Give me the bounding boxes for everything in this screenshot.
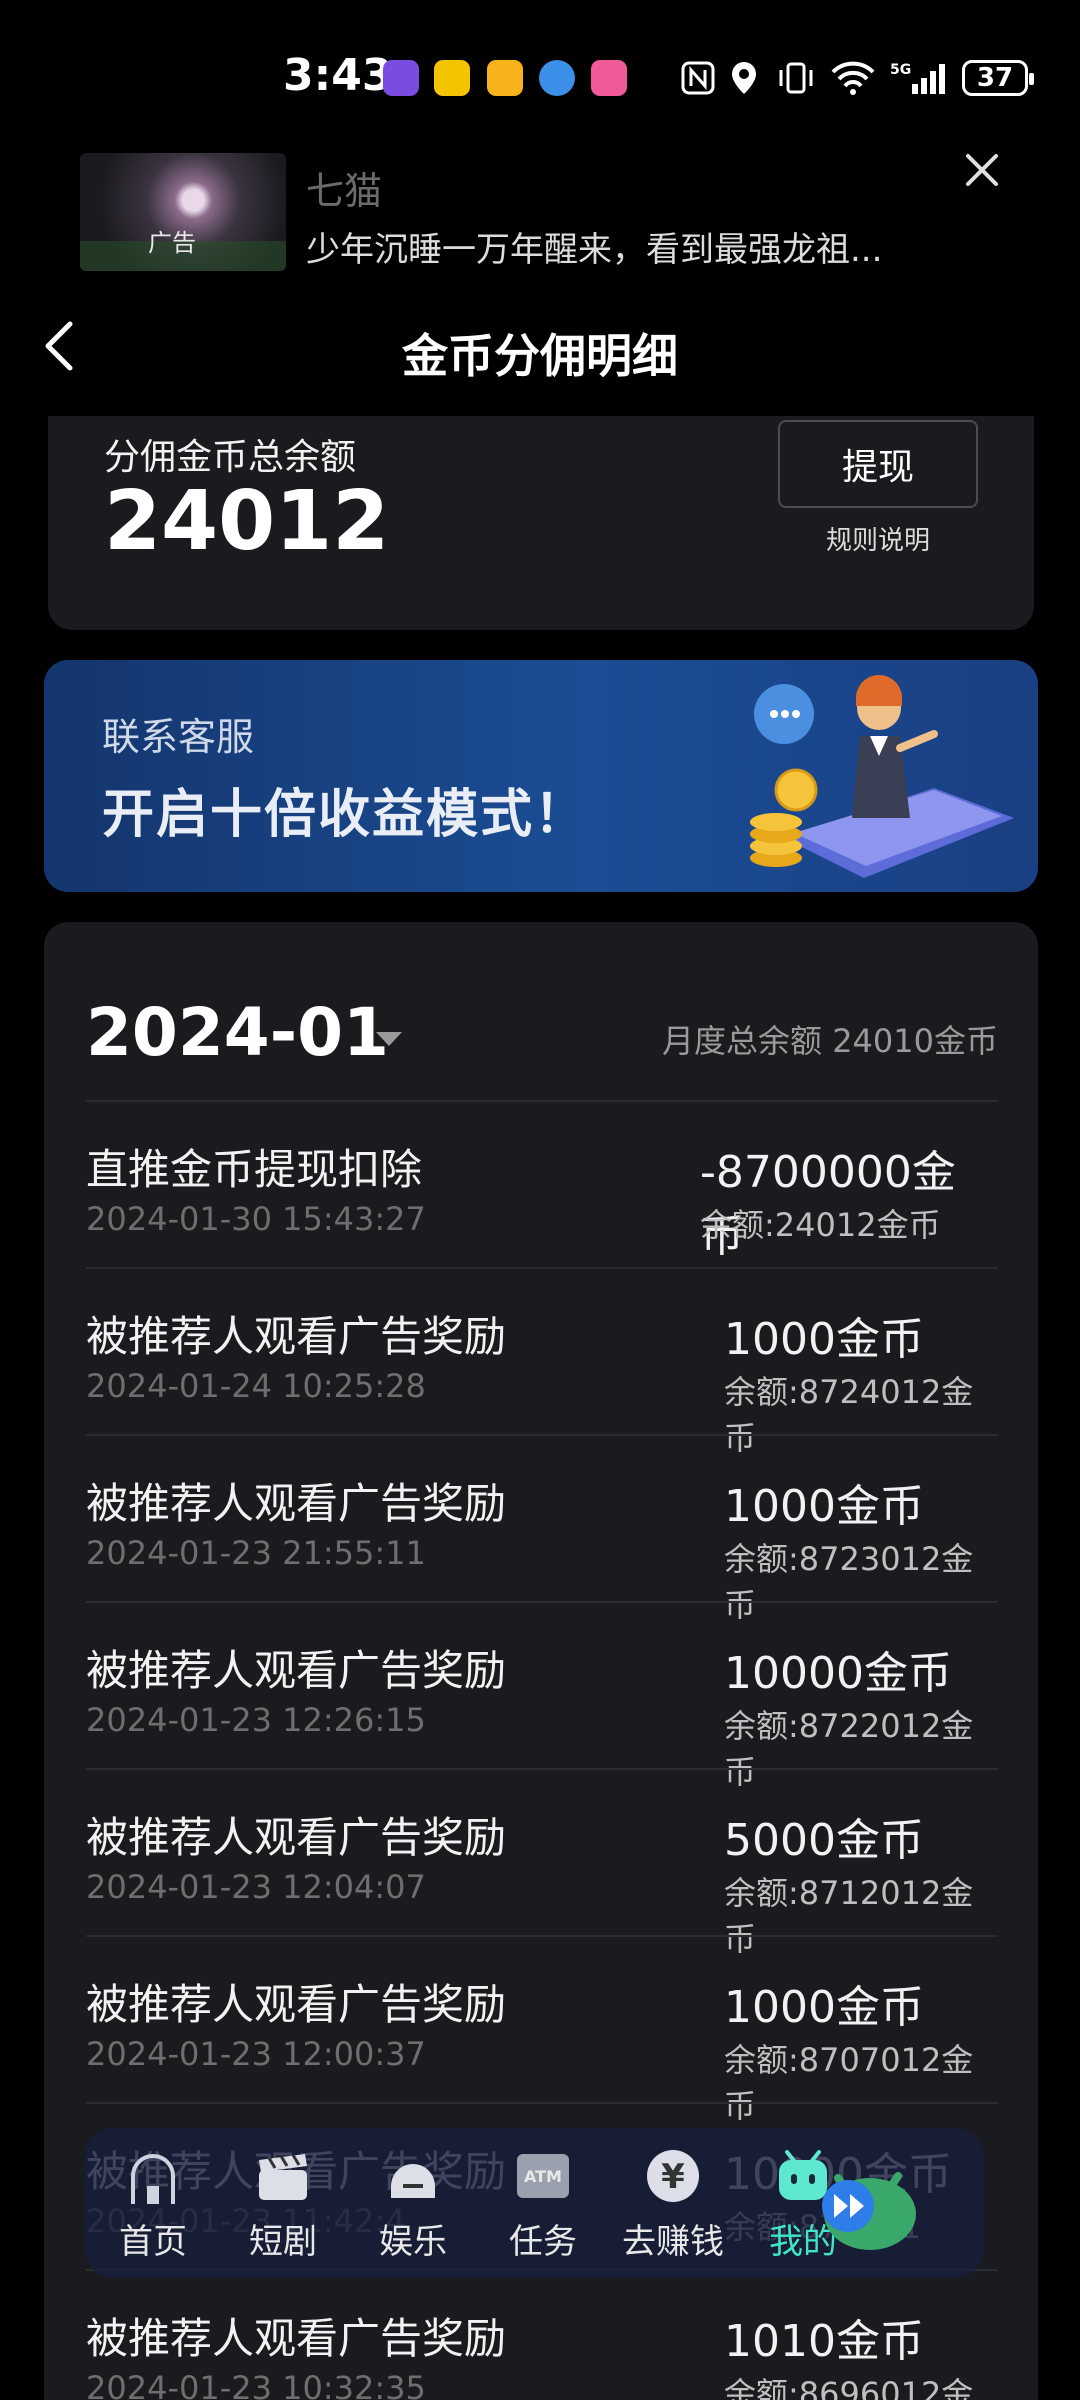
ad-thumbnail[interactable]: 广告 <box>80 153 286 271</box>
list-item[interactable]: 被推荐人观看广告奖励 2024-01-23 12:04:07 5000金币 余额:87… <box>86 1768 998 1958</box>
svg-text:5G: 5G <box>890 62 911 78</box>
nav-label-entertainment: 娱乐 <box>379 2222 447 2262</box>
record-title: 被推荐人观看广告奖励 <box>86 1312 507 1361</box>
record-title: 被推荐人观看广告奖励 <box>86 2314 507 2363</box>
record-amount: 5000金币 <box>724 1815 924 1866</box>
month-selector[interactable]: 2024-01 月度总余额 24010金币 <box>86 994 998 1074</box>
nav-item-entertainment[interactable]: 娱乐 <box>348 2146 478 2263</box>
record-amount: 1000金币 <box>724 1982 924 2033</box>
record-time: 2024-01-23 21:55:11 <box>86 1534 426 1572</box>
signal-5g-icon: 5G <box>890 60 950 96</box>
record-amount: 10000金币 <box>724 1648 952 1699</box>
record-title: 被推荐人观看广告奖励 <box>86 1646 507 1695</box>
ad-description[interactable]: 少年沉睡一万年醒来，看到最强龙祖... <box>306 222 882 271</box>
list-item[interactable]: 被推荐人观看广告奖励 2024-01-23 21:55:11 1000金币 余额:87… <box>86 1434 998 1624</box>
game-icon <box>391 2164 435 2198</box>
battery-indicator: 37 <box>962 60 1034 96</box>
record-time: 2024-01-30 15:43:27 <box>86 1200 426 1238</box>
list-item[interactable]: 直推金币提现扣除 2024-01-30 15:43:27 -8700000金币 余额:… <box>86 1100 998 1267</box>
chevron-down-icon[interactable] <box>376 1032 402 1046</box>
home-icon <box>131 2154 175 2204</box>
nav-label-earn: 去赚钱 <box>622 2222 724 2262</box>
shop-app-icon <box>591 60 627 96</box>
vibrate-icon <box>776 60 816 96</box>
nav-label-tasks: 任务 <box>509 2222 577 2262</box>
record-time: 2024-01-24 10:25:28 <box>86 1367 426 1405</box>
location-icon <box>728 60 760 96</box>
record-title: 被推荐人观看广告奖励 <box>86 1813 507 1862</box>
clapperboard-icon <box>259 2154 307 2200</box>
record-balance: 余额:8696012金币 <box>724 2375 974 2400</box>
record-title: 被推荐人观看广告奖励 <box>86 1479 507 1528</box>
balance-card: 分佣金币总余额 24012 提现 规则说明 <box>48 416 1034 630</box>
tuanhao-app-icon <box>434 60 470 96</box>
yuan-icon: ¥ <box>647 2150 699 2202</box>
nav-item-home[interactable]: 首页 <box>88 2146 218 2263</box>
month-total: 月度总余额 24010金币 <box>662 1022 998 1060</box>
record-time: 2024-01-23 12:04:07 <box>86 1868 426 1906</box>
nav-item-earn[interactable]: ¥ 去赚钱 <box>608 2146 738 2263</box>
close-icon[interactable] <box>960 148 1004 192</box>
status-time: 3:43 <box>283 50 393 101</box>
record-amount: 1000金币 <box>724 1481 924 1532</box>
status-bar: 3:43 5G 37 <box>0 0 1080 150</box>
yuan-symbol: ¥ <box>661 2157 685 2197</box>
notes-app-icon <box>487 60 523 96</box>
record-amount: 1000金币 <box>724 1314 924 1365</box>
balance-label: 分佣金币总余额 <box>104 437 357 478</box>
list-item[interactable]: 被推荐人观看广告奖励 2024-01-23 12:00:37 1000金币 余额:87… <box>86 1935 998 2125</box>
customer-service-illustration <box>750 675 1014 878</box>
record-time: 2024-01-23 10:32:35 <box>86 2369 426 2400</box>
month-label[interactable]: 2024-01 <box>86 994 389 1071</box>
nav-label-drama: 短剧 <box>249 2222 317 2262</box>
globe-app-icon <box>539 60 575 96</box>
record-balance: 余额:24012金币 <box>700 1206 941 1244</box>
record-time: 2024-01-23 12:00:37 <box>86 2035 426 2073</box>
wifi-icon <box>830 60 876 96</box>
rules-link[interactable]: 规则说明 <box>778 520 978 557</box>
list-item[interactable]: 被推荐人观看广告奖励 2024-01-23 10:32:35 1010金币余额:86… <box>86 2269 998 2400</box>
page-title: 金币分佣明细 <box>402 329 678 383</box>
ad-tag: 广告 <box>148 229 196 257</box>
record-amount: 1010金币 <box>724 2316 924 2367</box>
nav-item-drama[interactable]: 短剧 <box>218 2146 348 2263</box>
atm-icon: ATM <box>517 2154 569 2198</box>
list-item[interactable]: 被推荐人观看广告奖励 2024-01-24 10:25:28 1000金币 余额:87… <box>86 1267 998 1457</box>
promo-subtitle: 联系客服 <box>102 715 255 759</box>
nav-label-home: 首页 <box>119 2222 187 2262</box>
list-item[interactable]: 被推荐人观看广告奖励 2024-01-23 12:26:15 10000金币 余额:8… <box>86 1601 998 1791</box>
nav-item-tasks[interactable]: ATM 任务 <box>478 2146 608 2263</box>
link-app-icon <box>383 60 419 96</box>
atm-text: ATM <box>524 2167 562 2186</box>
record-title: 被推荐人观看广告奖励 <box>86 1980 507 2029</box>
record-title: 直推金币提现扣除 <box>86 1145 423 1194</box>
promo-headline: 开启十倍收益模式！ <box>102 785 589 845</box>
promo-banner[interactable]: 联系客服 开启十倍收益模式！ <box>44 660 1038 892</box>
nfc-icon <box>680 60 716 96</box>
record-time: 2024-01-23 12:26:15 <box>86 1701 426 1739</box>
balance-value: 24012 <box>104 474 390 569</box>
withdraw-button[interactable]: 提现 <box>778 420 978 508</box>
ad-app-name[interactable]: 七猫 <box>306 160 382 215</box>
fast-forward-badge-icon[interactable] <box>808 2140 928 2260</box>
